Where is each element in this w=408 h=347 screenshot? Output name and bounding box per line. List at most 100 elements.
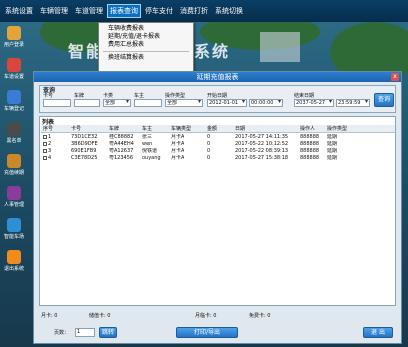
dropdown-item-fee-summary-report[interactable]: 费用汇总报表 [99,41,193,49]
menu-system-switch[interactable]: 系统切换 [213,5,245,17]
cell-amount: 0 [207,155,211,161]
column-header[interactable]: 操作类型 [327,125,347,133]
cell-owner: 倪铁道 [142,148,158,154]
cell-date: 2017-05-27 15:38:18 [235,155,289,161]
stored-count-label: 储值卡 [89,313,105,319]
cell-card-no: 690E1FB9 [71,148,97,154]
end-date-picker[interactable]: 2037-05-27 [294,99,334,107]
sidebar-item-recharge[interactable]: 充值续期 [0,152,28,182]
query-group: 查询 卡号 车牌 卡类 全部 车主 操作类型 全部 开始日期 2012-01-0… [39,85,396,113]
jump-button[interactable]: 跳转 [99,327,117,338]
row-index: 4 [48,155,52,161]
free-count-label: 免费卡 [249,313,265,319]
column-header[interactable]: 序号 [43,125,53,133]
cell-owner: 张三 [142,134,153,140]
end-time-input[interactable]: 23:59:59 [336,99,370,107]
cell-amount: 0 [207,148,211,154]
column-header[interactable]: 车主 [142,125,152,133]
card-type-label: 卡类 [103,93,114,99]
table-row[interactable]: 2 3B6D9DFE 粤A44EH4 wen 月卡A 0 2017-05-22 … [41,141,395,148]
table-row[interactable]: 4 C3E78D25 粤123456 ouyang 月卡A 0 2017-05-… [41,155,395,162]
pager: 页数： 1 跳转 打印/导出 退 出 [39,326,396,340]
sidebar-item-blacklist[interactable]: 黑名单 [0,120,28,150]
column-header[interactable]: 车牌 [109,125,119,133]
cell-op-type: 延期 [327,155,338,161]
menu-vehicle-management[interactable]: 车辆管理 [38,5,70,17]
sidebar-label: 退出系统 [3,266,24,272]
sidebar-item-vehicle-register[interactable]: 车辆登记 [0,88,28,118]
sidebar-label: 人事管理 [3,202,24,208]
sidebar-item-exit[interactable]: 退出系统 [0,248,28,278]
menu-system-settings[interactable]: 系统设置 [3,5,35,17]
cell-plate: 桂C88882 [109,134,134,140]
plate-label: 车牌 [74,93,85,99]
op-type-select[interactable]: 全部 [165,99,203,107]
cell-card-no: C3E78D25 [71,155,98,161]
sidebar-item-lane-settings[interactable]: 车道设置 [0,56,28,86]
column-header[interactable]: 操作人 [300,125,315,133]
start-time-input[interactable]: 00:00:00 [249,99,283,107]
search-button[interactable]: 查询 [374,93,394,107]
row-checkbox[interactable] [43,148,47,153]
window-titlebar: 延期充值报表 x [34,72,401,82]
card-no-input[interactable] [43,99,71,107]
table-header: 序号 卡号 车牌 车主 车辆类型 金额 日期 操作人 操作类型 [41,125,395,133]
cell-operator: 888888 [300,148,320,154]
dropdown-item-extend-recharge-report[interactable]: 延期/充值/退卡报表 [99,33,193,41]
stored-count-value: 0 [107,313,111,319]
sidebar-label: 用户登录 [3,42,24,48]
row-checkbox[interactable] [43,141,47,146]
menu-parking-payment[interactable]: 停车支付 [143,5,175,17]
cell-operator: 888888 [300,134,320,140]
sidebar-item-user-login[interactable]: 用户登录 [0,24,28,54]
cell-owner: wen [142,141,153,147]
menu-lane-management[interactable]: 车道管理 [73,5,105,17]
cell-card-no: 3B6D9DFE [71,141,98,147]
monthly-count-label: 月卡 [41,313,52,319]
menu-discount[interactable]: 消费打折 [178,5,210,17]
exit-button[interactable]: 退 出 [363,327,393,338]
card-no-label: 卡号 [43,93,54,99]
dropdown-item-charge-report[interactable]: 车辆收费报表 [99,25,193,33]
column-header[interactable]: 日期 [235,125,245,133]
table-row[interactable]: 3 690E1FB9 粤A12637 倪铁道 月卡A 0 2017-05-22 … [41,148,395,155]
print-export-button[interactable]: 打印/导出 [176,327,238,338]
dropdown-item-shift-report[interactable]: 换班结算报表 [99,54,193,62]
report-dropdown: 车辆收费报表 延期/充值/退卡报表 费用汇总报表 换班结算报表 [98,22,194,72]
cell-vehicle-type: 月卡A [171,141,185,147]
page-input[interactable]: 1 [75,328,95,337]
row-checkbox[interactable] [43,134,47,139]
end-date-label: 结束日期 [294,93,315,99]
sidebar-item-smart-parking[interactable]: 智能车场 [0,216,28,246]
menu-report-query[interactable]: 报表查询 [107,4,141,18]
column-header[interactable]: 卡号 [71,125,81,133]
column-header[interactable]: 金额 [207,125,217,133]
menu-bar: 系统设置 车辆管理 车道管理 报表查询 停车支付 消费打折 系统切换 [0,0,408,22]
table-row[interactable]: 1 73D1CE32 桂C88882 张三 月卡A 0 2017-05-27 1… [41,134,395,141]
close-button[interactable]: x [391,73,399,81]
card-type-select[interactable]: 全部 [103,99,131,107]
sidebar: 用户登录 车道设置 车辆登记 黑名单 充值续期 人事管理 智能车场 退出系统 [0,22,28,347]
cell-amount: 0 [207,134,211,140]
sidebar-item-personnel[interactable]: 人事管理 [0,184,28,214]
cell-plate: 粤A12637 [109,148,134,154]
row-index: 3 [48,148,52,154]
row-checkbox[interactable] [43,155,47,160]
cell-owner: ouyang [142,155,161,161]
owner-input[interactable] [134,99,162,107]
temp-count-value: 0 [213,313,217,319]
column-header[interactable]: 车辆类型 [171,125,191,133]
background-title-right: 系统 [194,42,231,61]
sidebar-label: 车辆登记 [3,106,24,112]
cell-card-no: 73D1CE32 [71,134,98,140]
cell-date: 2017-05-22 10:12:52 [235,141,289,147]
cell-date: 2017-05-22 08:39:13 [235,148,289,154]
sidebar-label: 车道设置 [3,74,24,80]
cell-op-type: 延期 [327,134,338,140]
start-date-picker[interactable]: 2012-01-01 [207,99,247,107]
cell-operator: 888888 [300,141,320,147]
personnel-icon [7,186,21,200]
plate-input[interactable] [74,99,100,107]
cell-op-type: 延期 [327,148,338,154]
blacklist-icon [7,122,21,136]
